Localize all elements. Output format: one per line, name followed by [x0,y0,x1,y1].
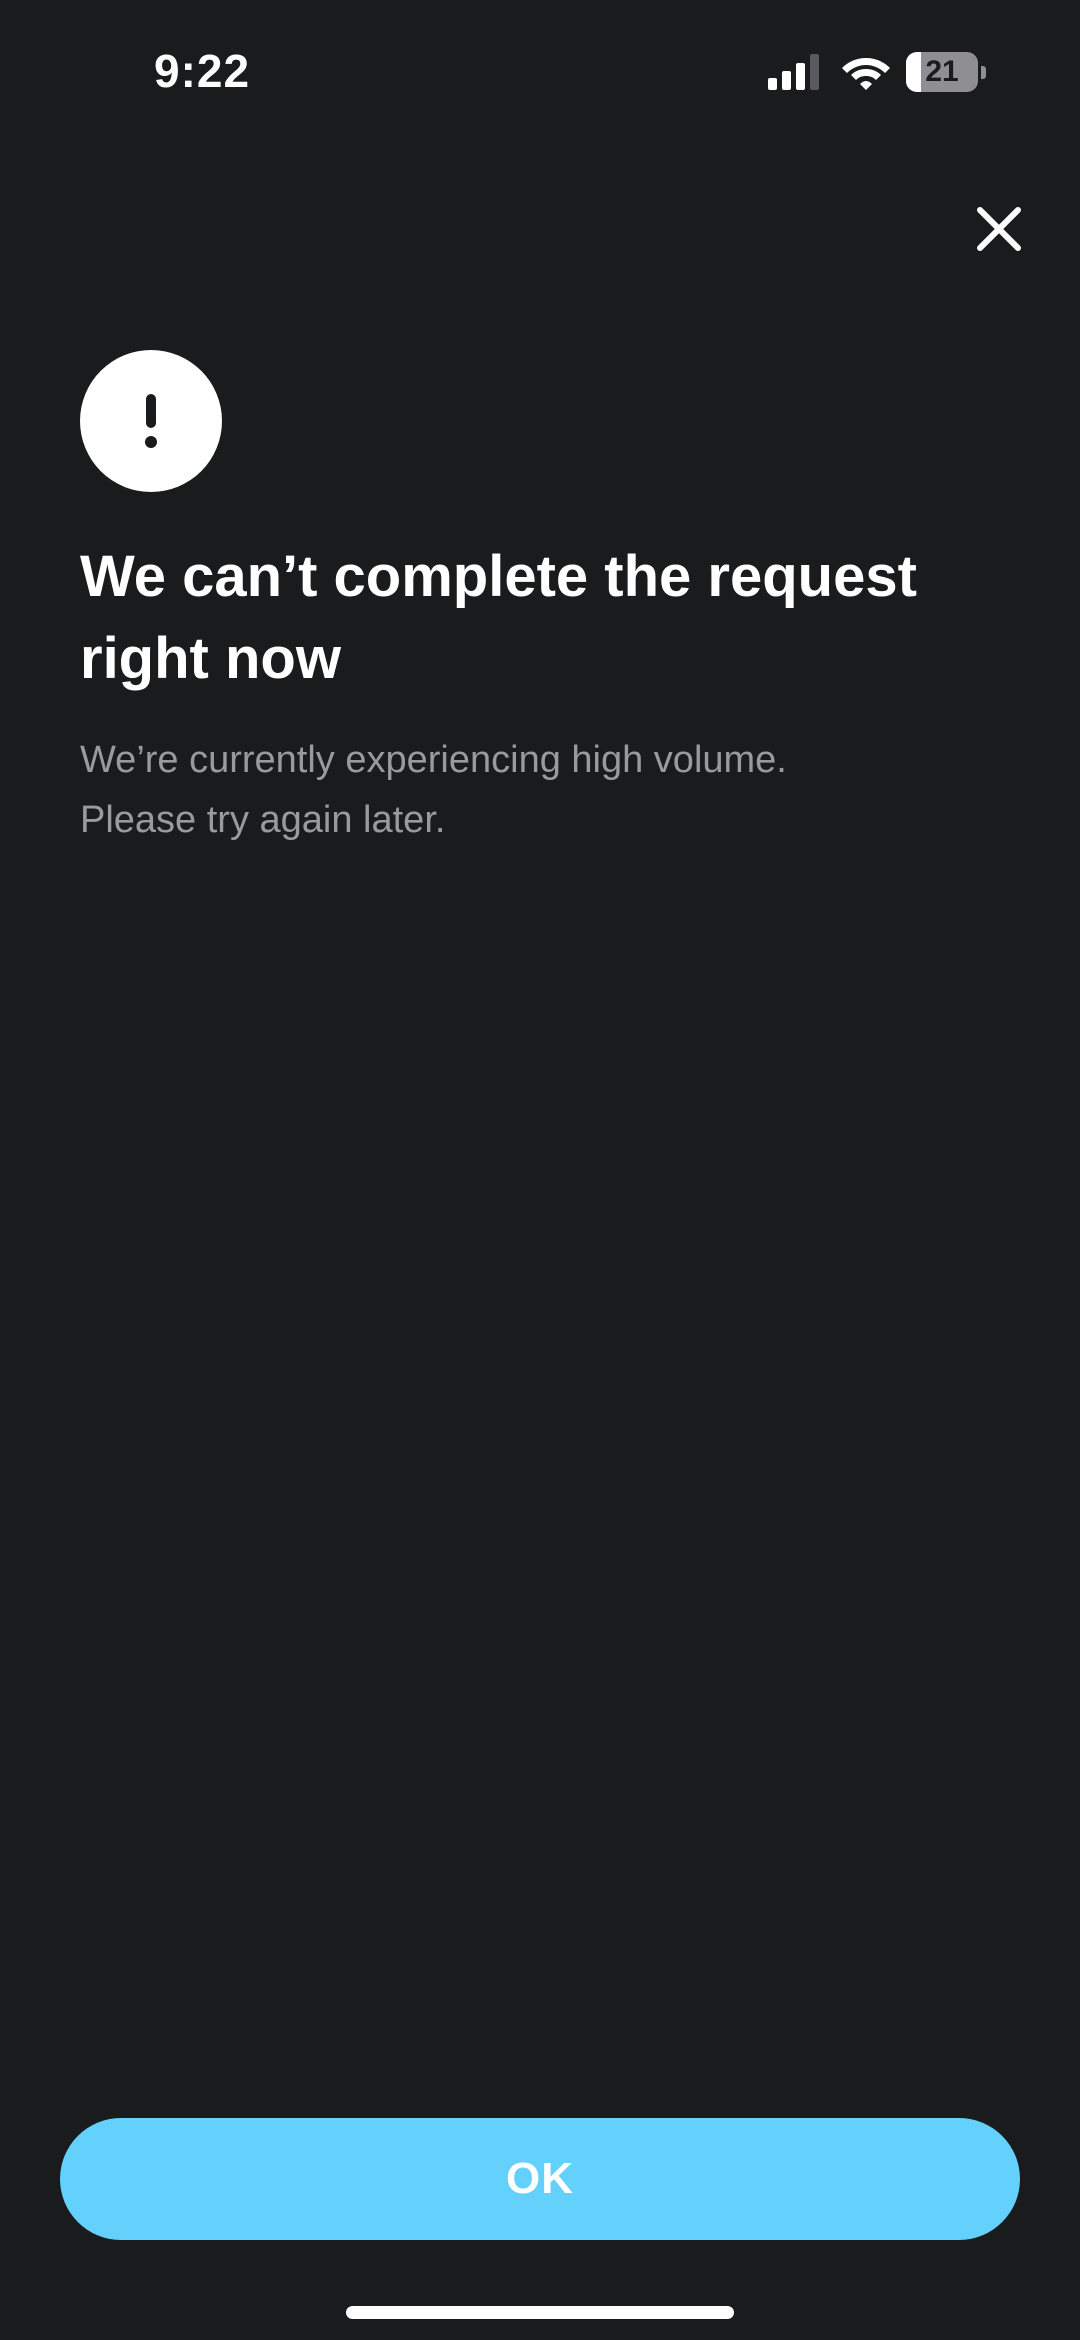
ok-button[interactable]: OK [60,2118,1020,2240]
alert-message-line-1: We’re currently experiencing high volume… [80,739,787,781]
error-screen: 9:22 21 We can’t complete the request ri… [0,0,1080,2340]
status-time: 9:22 [154,45,251,97]
cellular-signal-icon [768,54,819,90]
wifi-icon [842,58,890,90]
alert-icon-circle [80,350,222,492]
alert-message: We’re currently experiencing high volume… [80,730,1000,850]
close-icon [977,207,1021,251]
alert-title: We can’t complete the request right now [80,544,917,691]
home-indicator[interactable] [346,2306,734,2319]
exclamation-icon [145,394,157,448]
battery-indicator: 21 [906,52,986,92]
alert-message-line-2: Please try again later. [80,799,446,841]
close-button[interactable] [966,196,1032,262]
battery-level: 21 [925,55,959,88]
